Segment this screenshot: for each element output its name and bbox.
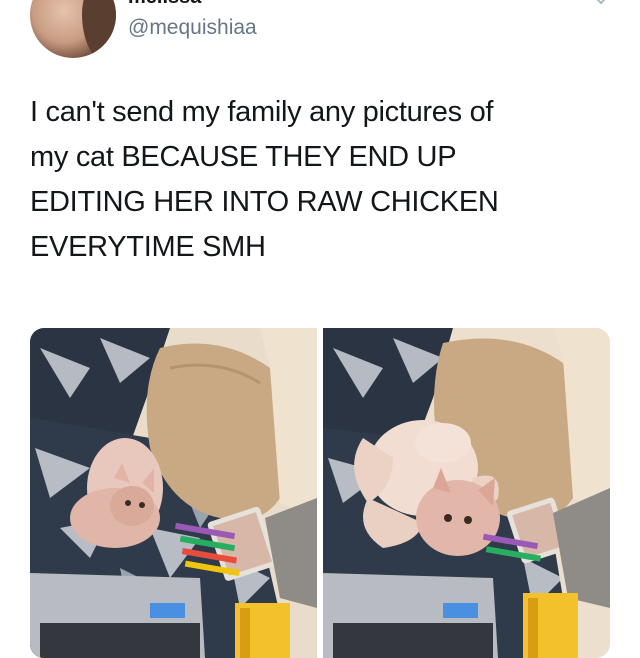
media-photo-cat[interactable]: [30, 328, 317, 658]
display-name[interactable]: melissa: [128, 0, 201, 9]
media-grid: [30, 328, 610, 658]
avatar[interactable]: [30, 0, 116, 58]
tweet-line: my cat BECAUSE THEY END UP: [30, 141, 457, 173]
tweet-line: EVERYTIME SMH: [30, 231, 266, 263]
user-handle[interactable]: @mequishiaa: [128, 16, 257, 40]
tweet-line: I can't send my family any pictures of: [30, 96, 494, 128]
tweet-text: I can't send my family any pictures of m…: [30, 90, 620, 270]
chevron-down-icon[interactable]: [592, 0, 610, 6]
tweet-line: EDITING HER INTO RAW CHICKEN: [30, 186, 499, 218]
media-photo-chicken[interactable]: [323, 328, 610, 658]
